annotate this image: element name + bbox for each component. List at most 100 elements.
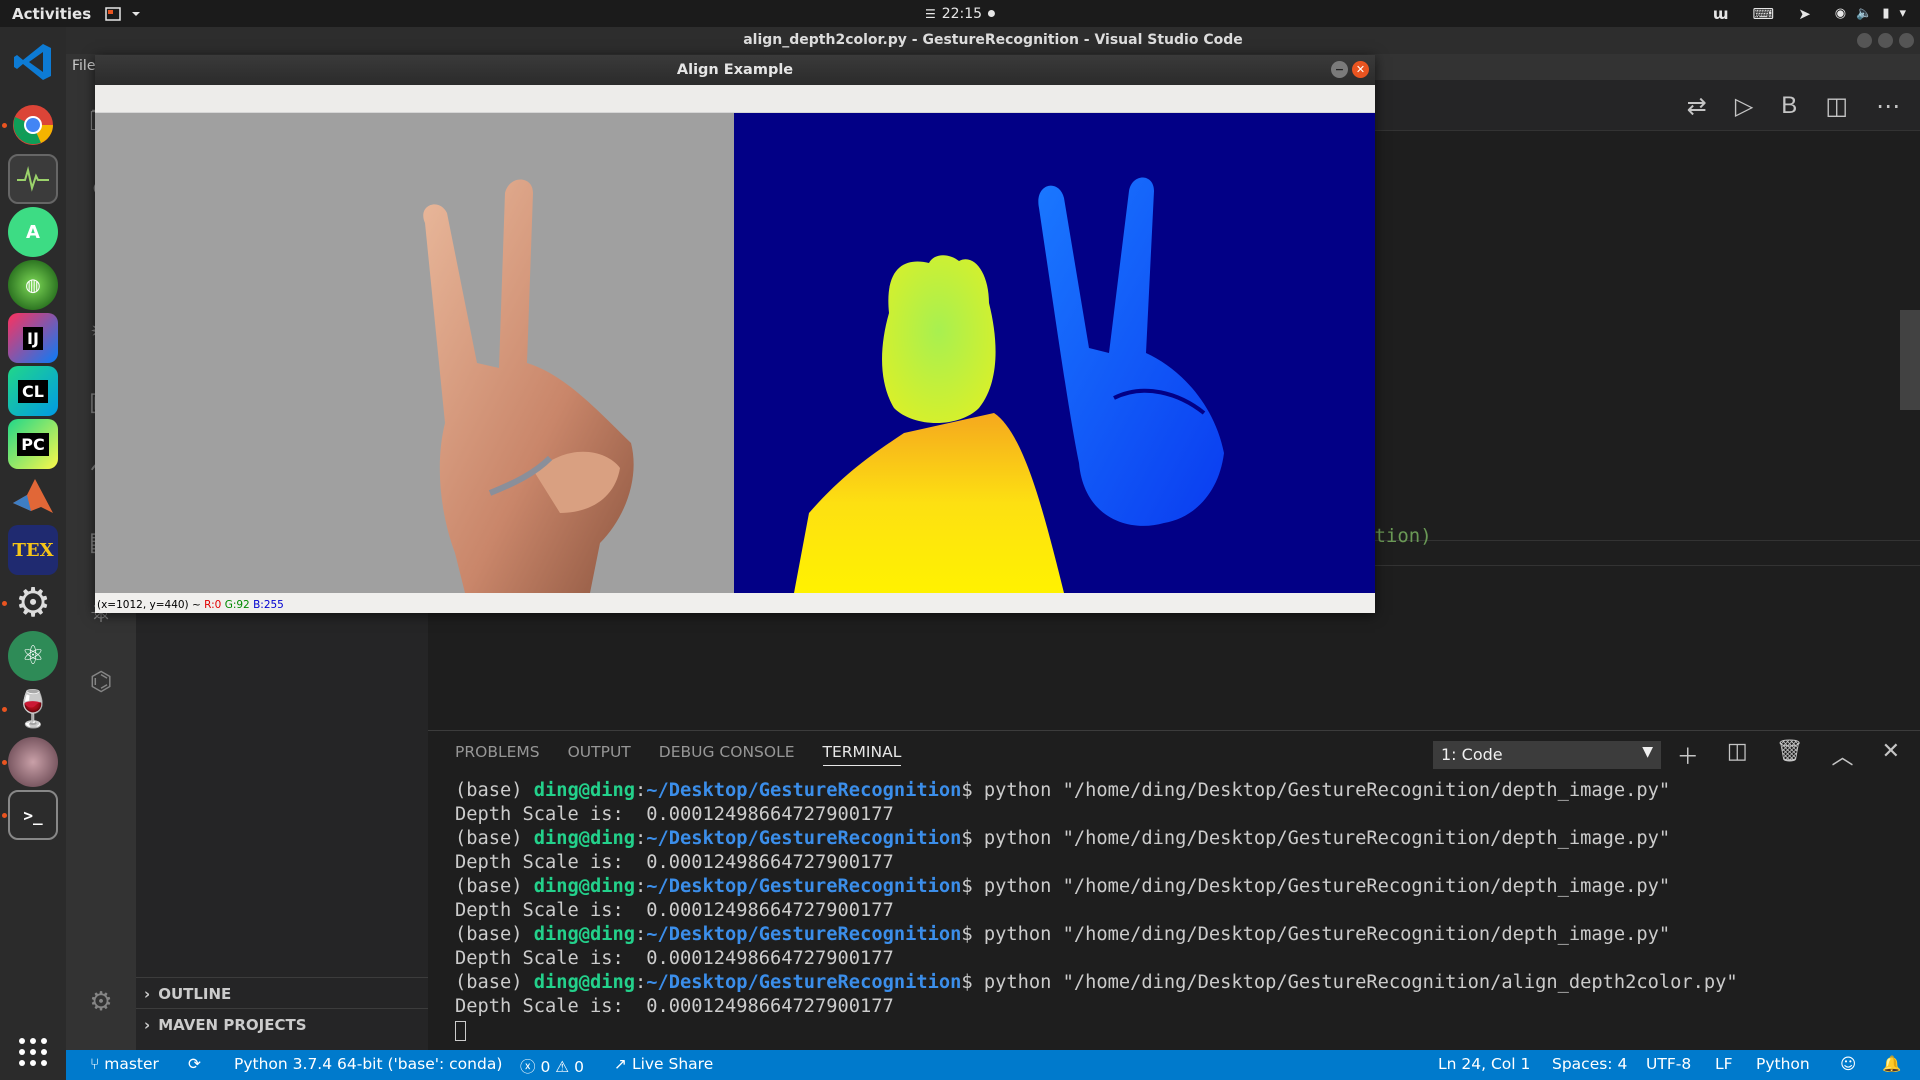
outline-label: OUTLINE bbox=[158, 985, 232, 1003]
vscode-titlebar: align_depth2color.py - GestureRecognitio… bbox=[66, 27, 1920, 54]
terminal-path: ~/Desktop/GestureRecognition bbox=[646, 924, 962, 945]
trash-icon[interactable]: 🗑 bbox=[1776, 739, 1804, 771]
chrome-icon[interactable] bbox=[8, 100, 58, 150]
clock-time: 22:15 bbox=[941, 5, 983, 22]
terminal-command: $ python "/home/ding/Desktop/GestureReco… bbox=[961, 924, 1671, 945]
minimize-button[interactable]: − bbox=[1331, 61, 1348, 78]
clion-icon[interactable]: CL bbox=[8, 366, 58, 416]
terminal-command: $ python "/home/ding/Desktop/GestureReco… bbox=[961, 972, 1738, 993]
pycharm-icon[interactable]: PC bbox=[8, 419, 58, 469]
activities-button[interactable]: Activities bbox=[12, 5, 91, 23]
terminal-select[interactable]: 1: Code ▼ bbox=[1433, 741, 1661, 769]
tab-terminal[interactable]: TERMINAL bbox=[822, 743, 902, 766]
terminal-colon: : bbox=[635, 972, 647, 993]
chevron-down-icon: ▼ bbox=[1642, 744, 1653, 760]
python-interpreter[interactable]: Python 3.7.4 64-bit ('base': conda) bbox=[234, 1055, 502, 1073]
input-method-icon[interactable]: ɯ bbox=[1713, 5, 1729, 23]
terminal-prompt[interactable] bbox=[455, 1019, 1738, 1043]
outline-section[interactable]: › OUTLINE bbox=[144, 985, 231, 1003]
clock[interactable]: ☰ 22:15 bbox=[925, 5, 996, 22]
editor-scrollbar[interactable] bbox=[1900, 310, 1920, 410]
end-of-line[interactable]: LF bbox=[1715, 1055, 1733, 1073]
terminal-command: $ python "/home/ding/Desktop/GestureReco… bbox=[961, 780, 1671, 801]
align-example-window: Align Example − ✕ (x=1012, y=440) ~ R:0 … bbox=[95, 55, 1375, 613]
tab-problems[interactable]: PROBLEMS bbox=[455, 743, 540, 766]
system-monitor-icon[interactable] bbox=[8, 154, 58, 204]
avatar-icon[interactable] bbox=[8, 737, 58, 787]
sync-icon[interactable]: ⟳ bbox=[188, 1055, 201, 1073]
conda-env: (base) bbox=[455, 780, 534, 801]
more-icon[interactable]: ⋯ bbox=[1876, 92, 1900, 120]
error-icon: ⓧ bbox=[520, 1058, 536, 1076]
conda-env: (base) bbox=[455, 828, 534, 849]
terminal-user: ding@ding bbox=[533, 780, 636, 801]
maven-label: MAVEN PROJECTS bbox=[158, 1016, 307, 1034]
system-tray[interactable]: ɯ ⌨ ➤ ◉ 🔈 ▮ ▾ bbox=[1713, 0, 1906, 27]
encoding[interactable]: UTF-8 bbox=[1646, 1055, 1691, 1073]
tab-debug-console[interactable]: DEBUG CONSOLE bbox=[659, 743, 795, 766]
status-icons[interactable]: ◉ 🔈 ▮ ▾ bbox=[1835, 6, 1906, 21]
conda-env: (base) bbox=[455, 876, 534, 897]
split-terminal-icon[interactable]: ◫ bbox=[1727, 739, 1748, 771]
conda-env: (base) bbox=[455, 972, 534, 993]
depth-image[interactable] bbox=[734, 113, 1375, 593]
terminal-line: Depth Scale is: 0.00012498664727900177 bbox=[455, 899, 1738, 923]
minimize-button[interactable] bbox=[1857, 33, 1872, 48]
top-bar: Activities ☰ 22:15 ɯ ⌨ ➤ ◉ 🔈 ▮ ▾ bbox=[0, 0, 1920, 27]
maven-section[interactable]: › MAVEN PROJECTS bbox=[144, 1016, 307, 1034]
terminal-line: (base) ding@ding:~/Desktop/GestureRecogn… bbox=[455, 827, 1738, 851]
close-button[interactable]: ✕ bbox=[1352, 61, 1369, 78]
close-button[interactable] bbox=[1899, 33, 1914, 48]
live-share-button[interactable]: ↗ Live Share bbox=[614, 1055, 713, 1073]
feedback-icon[interactable]: ☺ bbox=[1840, 1055, 1856, 1073]
align-window-titlebar[interactable]: Align Example − ✕ bbox=[95, 55, 1375, 85]
indentation[interactable]: Spaces: 4 bbox=[1552, 1055, 1627, 1073]
app-grid-icon[interactable] bbox=[8, 1027, 58, 1077]
running-indicator bbox=[2, 813, 7, 818]
compare-icon[interactable]: ⇄ bbox=[1687, 92, 1707, 120]
pixel-red: R:0 bbox=[204, 599, 222, 611]
problems-status[interactable]: ⓧ 0 ⚠ 0 bbox=[520, 1055, 584, 1077]
globe-icon[interactable]: ◍ bbox=[8, 260, 58, 310]
live-share-icon[interactable]: ⌬ bbox=[84, 665, 118, 699]
align-status-bar: (x=1012, y=440) ~ R:0 G:92 B:255 bbox=[95, 593, 1375, 613]
settings-icon[interactable]: ⚙ bbox=[8, 578, 58, 628]
android-studio-icon[interactable]: A bbox=[8, 207, 58, 257]
terminal-output-text: Depth Scale is: 0.00012498664727900177 bbox=[455, 804, 894, 825]
chevron-up-icon[interactable]: ︿ bbox=[1832, 739, 1854, 771]
notification-dot bbox=[988, 10, 996, 17]
terminal-colon: : bbox=[635, 828, 647, 849]
texstudio-icon[interactable]: TEX bbox=[8, 525, 58, 575]
chevron-down-icon bbox=[132, 11, 141, 16]
telegram-icon[interactable]: ➤ bbox=[1798, 5, 1811, 23]
vscode-icon[interactable] bbox=[8, 37, 58, 87]
terminal-line: (base) ding@ding:~/Desktop/GestureRecogn… bbox=[455, 923, 1738, 947]
run-icon[interactable]: ▷ bbox=[1735, 92, 1753, 120]
language-mode[interactable]: Python bbox=[1756, 1055, 1810, 1073]
wine-icon[interactable]: 🍷 bbox=[8, 684, 58, 734]
bold-b-icon[interactable]: B bbox=[1781, 92, 1797, 120]
gear-icon[interactable]: ⚙ bbox=[84, 985, 118, 1019]
tab-output[interactable]: OUTPUT bbox=[568, 743, 631, 766]
terminal-output[interactable]: (base) ding@ding:~/Desktop/GestureRecogn… bbox=[455, 779, 1738, 1043]
bell-icon[interactable]: 🔔 bbox=[1882, 1055, 1901, 1073]
keyboard-icon[interactable]: ⌨ bbox=[1753, 5, 1775, 23]
branch-status[interactable]: ⑂ master bbox=[90, 1055, 159, 1073]
hand-shape bbox=[423, 179, 634, 593]
intellij-icon[interactable]: IJ bbox=[8, 313, 58, 363]
split-editor-icon[interactable]: ◫ bbox=[1825, 92, 1848, 120]
atom-icon[interactable]: ⚛ bbox=[8, 631, 58, 681]
terminal-user: ding@ding bbox=[533, 924, 636, 945]
close-icon[interactable]: ✕ bbox=[1882, 739, 1900, 771]
terminal-icon[interactable]: >_ bbox=[8, 790, 58, 840]
conda-env: (base) bbox=[455, 924, 534, 945]
cursor-position[interactable]: Ln 24, Col 1 bbox=[1438, 1055, 1530, 1073]
terminal-command: $ python "/home/ding/Desktop/GestureReco… bbox=[961, 876, 1671, 897]
plus-icon[interactable]: ＋ bbox=[1677, 739, 1699, 771]
maximize-button[interactable] bbox=[1878, 33, 1893, 48]
app-menu[interactable] bbox=[105, 6, 141, 21]
terminal-path: ~/Desktop/GestureRecognition bbox=[646, 972, 962, 993]
matlab-icon[interactable] bbox=[8, 472, 58, 522]
color-image[interactable] bbox=[95, 113, 734, 593]
menu-file[interactable]: File bbox=[72, 58, 95, 74]
